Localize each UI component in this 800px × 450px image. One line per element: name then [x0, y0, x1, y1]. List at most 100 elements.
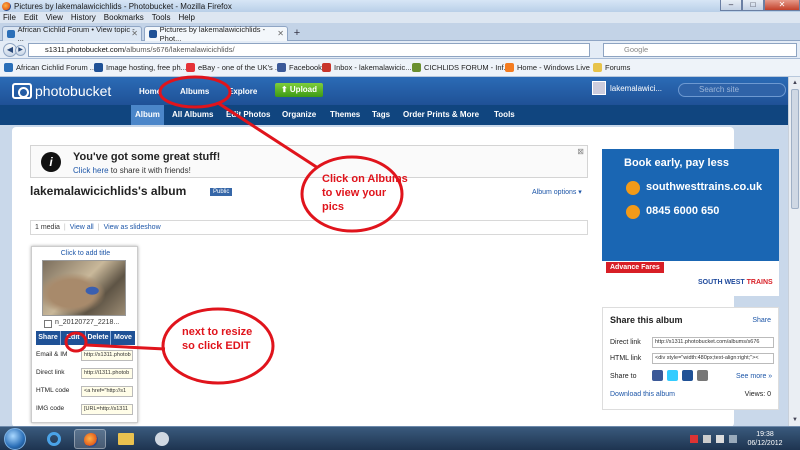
maximize-button[interactable]: □ [742, 0, 764, 11]
album-subnav: Album All Albums Edit Photos Organize Th… [0, 105, 800, 125]
delete-button[interactable]: Delete [86, 331, 111, 345]
html-code-field[interactable]: <a href="http://s1 [81, 386, 133, 397]
navigation-bar: ◀ ▶ s1311.photobucket.com/albums/s676/la… [0, 41, 800, 59]
menu-file[interactable]: File [3, 13, 16, 22]
ad-phone: 0845 6000 650 [646, 205, 720, 217]
url-bar[interactable]: s1311.photobucket.com/albums/s676/lakema… [28, 43, 590, 57]
tab-cichlid-forum[interactable]: African Cichlid Forum • View topic - ...… [2, 25, 142, 43]
slideshow-link[interactable]: View as slideshow [104, 224, 161, 231]
firefox-icon [2, 1, 11, 11]
network-icon[interactable] [703, 435, 711, 443]
email-im-field[interactable]: http://s1311.photob [81, 350, 133, 361]
menu-edit[interactable]: Edit [24, 13, 38, 22]
field-label: IMG code [36, 405, 65, 412]
notice-heading: You've got some great stuff! [73, 151, 221, 163]
subnav-all-albums[interactable]: All Albums [168, 105, 217, 125]
folder-taskbar-icon[interactable] [110, 429, 142, 449]
view-all-link[interactable]: View all [70, 224, 94, 231]
vertical-scrollbar[interactable]: ▲ ▼ [788, 77, 800, 426]
notice-close-icon[interactable]: ⊠ [577, 147, 584, 156]
minimize-button[interactable]: – [720, 0, 742, 11]
direct-link-field[interactable]: http://i1311.photob [81, 368, 133, 379]
notice-text: Click here to share it with friends! [73, 166, 191, 175]
album-options-link[interactable]: Album options ▾ [532, 188, 582, 196]
photo-select-checkbox[interactable] [44, 320, 52, 328]
battery-icon[interactable] [729, 435, 737, 443]
share-link[interactable]: Share [752, 317, 771, 324]
share-button[interactable]: Share [36, 331, 61, 345]
move-button[interactable]: Move [111, 331, 135, 345]
facebook-icon[interactable] [652, 370, 663, 381]
flag-icon[interactable] [690, 435, 698, 443]
album-html-link-field[interactable]: <div style="width:480px;text-align:right… [652, 353, 774, 364]
add-title-link[interactable]: Click to add title [32, 250, 139, 257]
email-icon[interactable] [697, 370, 708, 381]
window-titlebar: Pictures by lakemalawicichlids - Photobu… [0, 0, 800, 12]
close-window-button[interactable]: ✕ [764, 0, 800, 11]
notice-link[interactable]: Click here [73, 166, 109, 175]
phone-icon [626, 205, 640, 219]
info-icon: i [41, 152, 61, 172]
bookmark-item[interactable]: African Cichlid Forum ... [4, 63, 96, 72]
window-title: Pictures by lakemalawicichlids - Photobu… [14, 1, 232, 11]
user-menu[interactable]: lakemalawici... [592, 81, 662, 95]
bookmark-item[interactable]: Facebook [277, 63, 322, 72]
album-direct-link-field[interactable]: http://s1311.photobucket.com/albums/s676 [652, 337, 774, 348]
download-album-link[interactable]: Download this album [610, 391, 675, 398]
menu-help[interactable]: Help [178, 13, 194, 22]
bookmark-item[interactable]: Forums [593, 63, 630, 72]
edit-button[interactable]: Edit [61, 331, 86, 345]
subnav-album[interactable]: Album [131, 105, 164, 125]
bookmark-item[interactable]: Image hosting, free ph... [94, 63, 187, 72]
tab-close-icon[interactable]: ✕ [277, 29, 284, 38]
menu-view[interactable]: View [46, 13, 63, 22]
menu-bookmarks[interactable]: Bookmarks [104, 13, 144, 22]
see-more-link[interactable]: See more » [736, 373, 772, 380]
field-label: Direct link [610, 339, 641, 346]
subnav-order-prints[interactable]: Order Prints & More [399, 105, 483, 125]
bookmark-favicon-icon [277, 63, 286, 72]
start-button[interactable] [4, 428, 26, 450]
bookmark-item[interactable]: Home - Windows Live [505, 63, 590, 72]
subnav-organize[interactable]: Organize [278, 105, 320, 125]
subnav-tools[interactable]: Tools [490, 105, 519, 125]
menu-tools[interactable]: Tools [152, 13, 171, 22]
volume-icon[interactable] [716, 435, 724, 443]
media-player-icon[interactable] [146, 429, 178, 449]
forward-button[interactable]: ▶ [15, 45, 26, 56]
photobucket-header: photobucket Home Albums Explore ⬆ Upload… [0, 77, 800, 105]
ad-bullet-icon [626, 181, 640, 195]
bookmark-item[interactable]: eBay - one of the UK's ... [186, 63, 281, 72]
menu-history[interactable]: History [71, 13, 96, 22]
advert-banner[interactable]: Book early, pay less southwesttrains.co.… [602, 149, 779, 296]
nav-home[interactable]: Home [139, 87, 161, 96]
upload-button[interactable]: ⬆ Upload [275, 83, 323, 97]
tab-close-icon[interactable]: ✕ [131, 29, 138, 38]
nav-explore[interactable]: Explore [228, 87, 257, 96]
clock[interactable]: 19:38 06/12/2012 [740, 430, 790, 448]
scroll-thumb[interactable] [791, 89, 799, 209]
camera-icon [12, 83, 32, 99]
subnav-tags[interactable]: Tags [368, 105, 394, 125]
new-tab-button[interactable]: + [290, 27, 304, 40]
url-prefix: s1311. [45, 45, 67, 54]
menu-bar: File Edit View History Bookmarks Tools H… [0, 12, 800, 23]
photobucket-logo[interactable]: photobucket [12, 83, 111, 99]
site-search-input[interactable]: Search site [678, 83, 786, 97]
myspace-icon[interactable] [682, 370, 693, 381]
google-search-input[interactable]: Google [603, 43, 797, 57]
scroll-down-icon[interactable]: ▼ [790, 415, 800, 425]
nav-albums[interactable]: Albums [180, 87, 209, 96]
photo-thumbnail[interactable] [42, 260, 126, 316]
bookmark-item[interactable]: CICHLIDS FORUM - Inf... [412, 63, 510, 72]
twitter-icon[interactable] [667, 370, 678, 381]
subnav-edit-photos[interactable]: Edit Photos [222, 105, 274, 125]
tab-photobucket[interactable]: Pictures by lakemalawicichlids - Phot...… [144, 25, 288, 43]
subnav-themes[interactable]: Themes [326, 105, 364, 125]
img-code-field[interactable]: [URL=http://s1311 [81, 404, 133, 415]
scroll-up-icon[interactable]: ▲ [790, 78, 800, 88]
firefox-taskbar-icon[interactable] [74, 429, 106, 449]
bookmark-item[interactable]: Inbox - lakemalawicic... [322, 63, 412, 72]
google-search-placeholder: Google [624, 45, 649, 54]
ie-icon[interactable] [38, 429, 70, 449]
